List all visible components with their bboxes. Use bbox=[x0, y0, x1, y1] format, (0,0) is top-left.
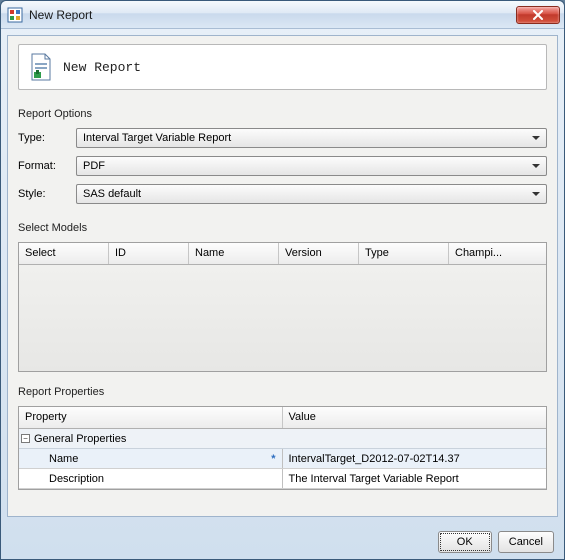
window-title: New Report bbox=[29, 8, 516, 22]
required-star-icon: * bbox=[271, 453, 275, 465]
property-name-cell: Name * bbox=[19, 449, 283, 468]
property-desc-label: Description bbox=[49, 473, 104, 485]
format-label: Format: bbox=[18, 160, 70, 172]
property-desc-value[interactable]: The Interval Target Variable Report bbox=[283, 469, 547, 488]
cancel-label: Cancel bbox=[509, 536, 543, 548]
col-value[interactable]: Value bbox=[283, 407, 547, 428]
type-row: Type: Interval Target Variable Report bbox=[18, 128, 547, 148]
format-value: PDF bbox=[83, 160, 532, 172]
select-models-label: Select Models bbox=[18, 222, 547, 234]
report-options-label: Report Options bbox=[18, 108, 547, 120]
col-version[interactable]: Version bbox=[279, 243, 359, 264]
new-report-dialog: New Report New Report Report Options bbox=[0, 0, 565, 560]
models-table-body[interactable] bbox=[19, 265, 546, 371]
format-row: Format: PDF bbox=[18, 156, 547, 176]
style-row: Style: SAS default bbox=[18, 184, 547, 204]
dialog-header: New Report bbox=[18, 44, 547, 90]
col-select[interactable]: Select bbox=[19, 243, 109, 264]
close-button[interactable] bbox=[516, 6, 560, 24]
document-icon bbox=[29, 53, 53, 81]
col-id[interactable]: ID bbox=[109, 243, 189, 264]
chevron-down-icon bbox=[532, 192, 540, 196]
ok-button[interactable]: OK bbox=[438, 531, 492, 553]
dialog-buttons: OK Cancel bbox=[1, 523, 564, 559]
client-area: New Report Report Options Type: Interval… bbox=[7, 35, 558, 517]
properties-table-header: Property Value bbox=[19, 407, 546, 429]
col-property[interactable]: Property bbox=[19, 407, 283, 428]
col-name[interactable]: Name bbox=[189, 243, 279, 264]
titlebar: New Report bbox=[1, 1, 564, 29]
property-desc-cell: Description bbox=[19, 469, 283, 488]
properties-table: Property Value − General Properties Name… bbox=[18, 406, 547, 490]
models-table: Select ID Name Version Type Champi... bbox=[18, 242, 547, 372]
chevron-down-icon bbox=[532, 164, 540, 168]
style-dropdown[interactable]: SAS default bbox=[76, 184, 547, 204]
group-label: General Properties bbox=[34, 433, 126, 445]
models-table-header: Select ID Name Version Type Champi... bbox=[19, 243, 546, 265]
close-icon bbox=[532, 10, 544, 20]
property-row-name[interactable]: Name * IntervalTarget_D2012-07-02T14.37 bbox=[19, 449, 546, 469]
property-row-description[interactable]: Description The Interval Target Variable… bbox=[19, 469, 546, 489]
col-type[interactable]: Type bbox=[359, 243, 449, 264]
cancel-button[interactable]: Cancel bbox=[498, 531, 554, 553]
style-label: Style: bbox=[18, 188, 70, 200]
group-general-properties[interactable]: − General Properties bbox=[19, 429, 546, 449]
type-dropdown[interactable]: Interval Target Variable Report bbox=[76, 128, 547, 148]
chevron-down-icon bbox=[532, 136, 540, 140]
format-dropdown[interactable]: PDF bbox=[76, 156, 547, 176]
style-value: SAS default bbox=[83, 188, 532, 200]
collapse-icon[interactable]: − bbox=[21, 434, 30, 443]
type-label: Type: bbox=[18, 132, 70, 144]
ok-label: OK bbox=[457, 536, 473, 548]
dialog-title: New Report bbox=[63, 60, 141, 75]
property-name-value[interactable]: IntervalTarget_D2012-07-02T14.37 bbox=[283, 449, 547, 468]
col-champion[interactable]: Champi... bbox=[449, 243, 546, 264]
property-name-label: Name bbox=[49, 453, 78, 465]
type-value: Interval Target Variable Report bbox=[83, 132, 532, 144]
report-properties-label: Report Properties bbox=[18, 386, 547, 398]
app-icon bbox=[7, 7, 23, 23]
